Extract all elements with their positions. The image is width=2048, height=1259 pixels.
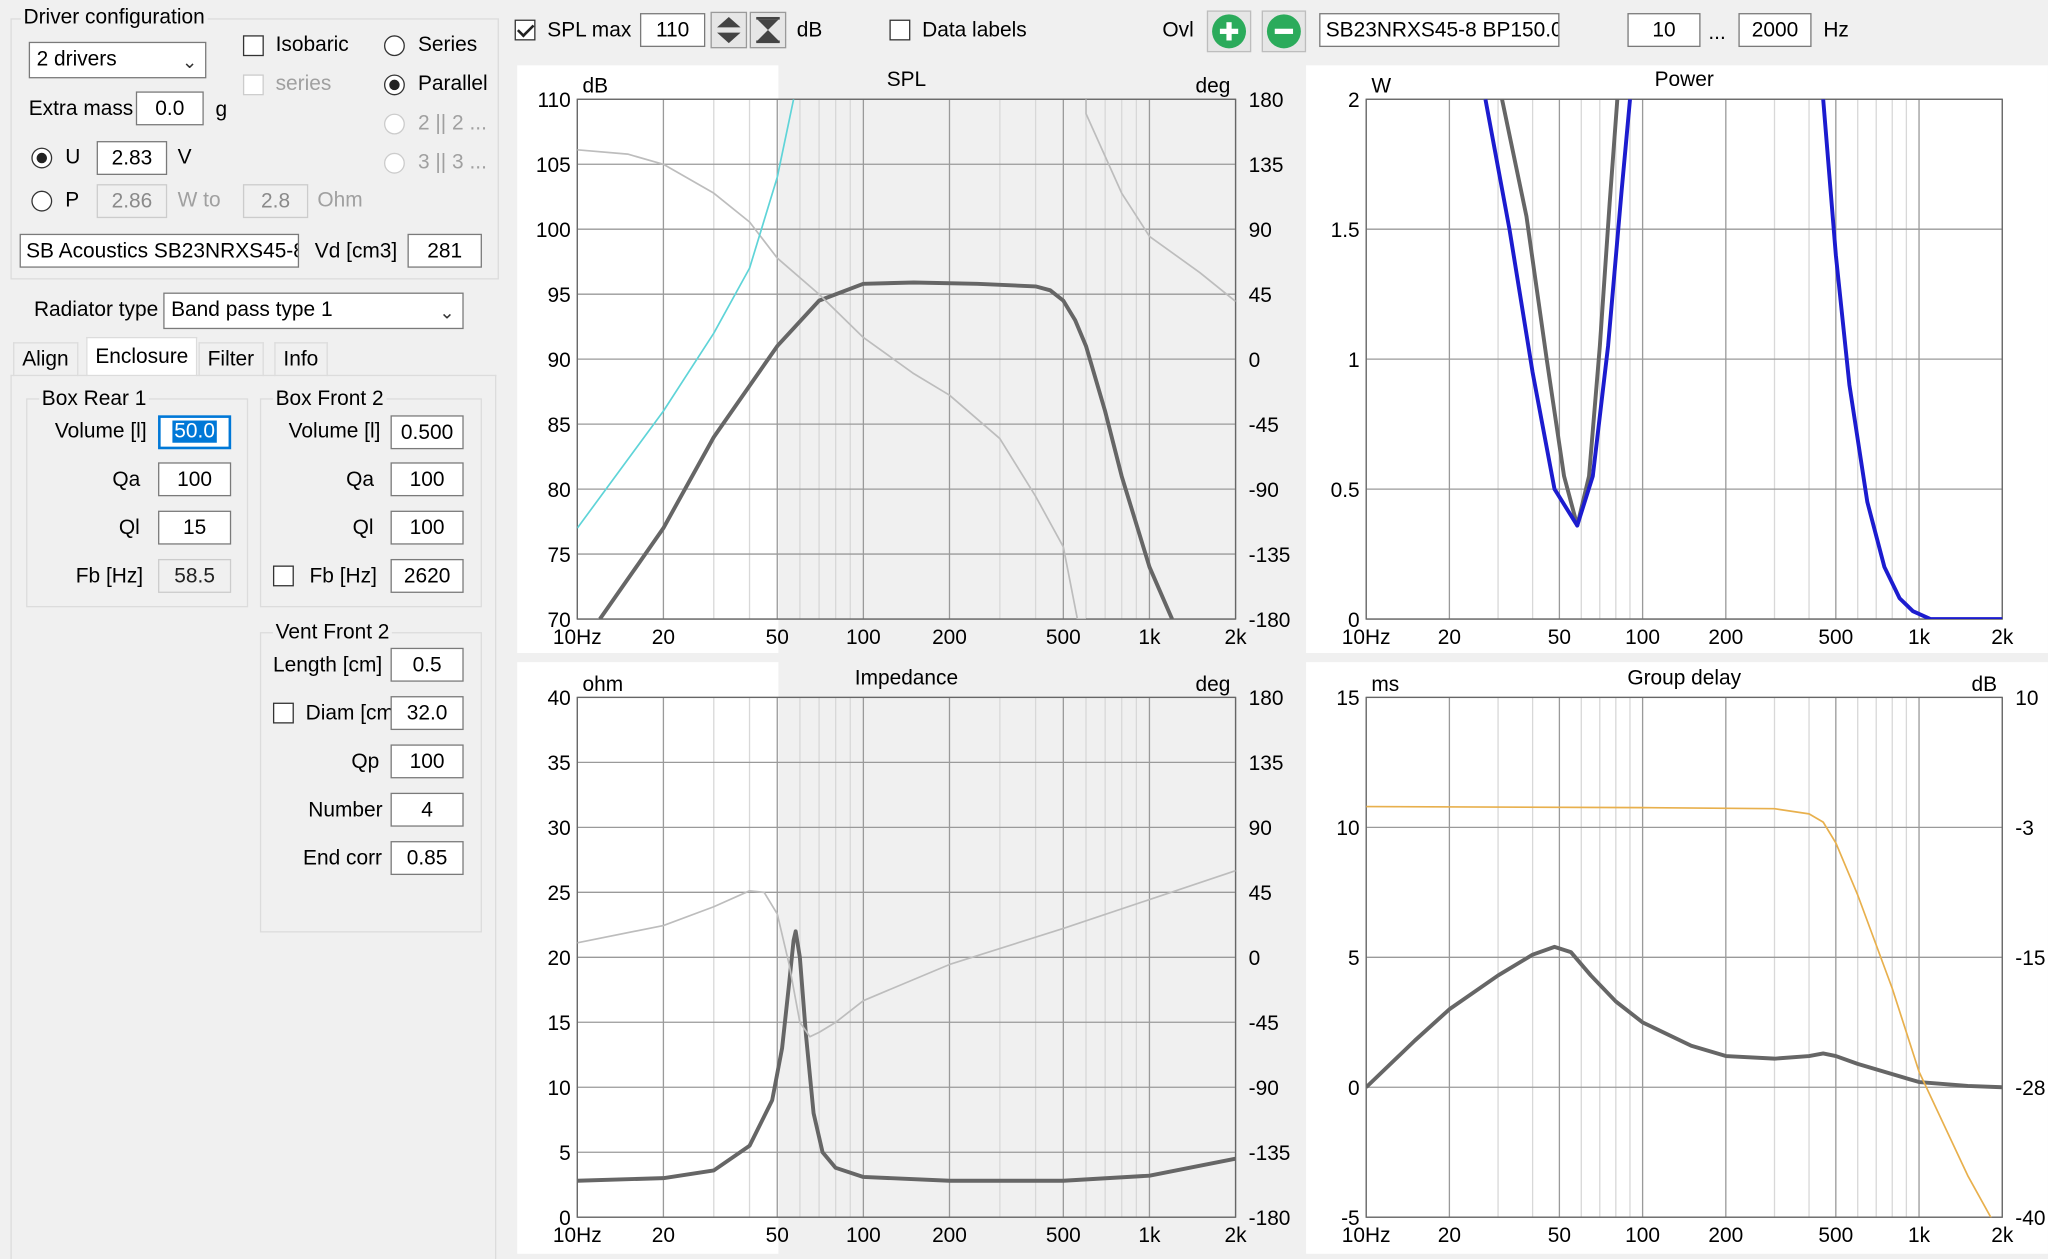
y2-tick-label: -40 [2015,1207,2045,1230]
y-tick-label: 15 [1336,687,1359,710]
y2-tick-label: -135 [1249,1142,1291,1165]
y-tick-label: 5 [559,1142,571,1165]
y-tick-label: 40 [548,687,571,710]
y2-tick-label: 45 [1249,882,1272,905]
chart-title: Group delay [1627,666,1741,689]
y-axis-label: dB [583,75,609,98]
x-tick-label: 1k [1908,1224,1931,1247]
x-tick-label: 20 [652,626,675,649]
y-axis-label: ms [1371,673,1399,696]
y-tick-label: 75 [548,544,571,567]
y-tick-label: 0 [1348,609,1360,632]
x-tick-label: 500 [1046,1224,1081,1247]
x-tick-label: 2k [1225,1224,1248,1247]
y-tick-label: -5 [1341,1207,1360,1230]
y-tick-label: 5 [1348,947,1360,970]
y-tick-label: 85 [548,414,571,437]
x-tick-label: 100 [846,626,881,649]
y2-tick-label: 180 [1249,89,1284,112]
y-axis-label: W [1371,75,1391,98]
y2-axis-label: dB [1971,673,1997,696]
x-tick-label: 50 [1548,626,1571,649]
y2-tick-label: 135 [1249,154,1284,177]
x-tick-label: 200 [1708,1224,1743,1247]
y2-tick-label: -90 [1249,479,1279,502]
y2-tick-label: -180 [1249,609,1291,632]
y-tick-label: 30 [548,817,571,840]
y-tick-label: 0 [1348,1077,1360,1100]
y2-tick-label: 135 [1249,752,1284,775]
y2-tick-label: -45 [1249,1012,1279,1035]
x-tick-label: 50 [766,1224,789,1247]
x-tick-label: 20 [652,1224,675,1247]
chart-spl: 10Hz 20 50 100 200 500 1k 2k7075808590951001051… [517,65,1291,654]
y2-tick-label: 90 [1249,817,1272,840]
y2-axis-label: deg [1196,673,1231,696]
chart-title: Impedance [855,666,958,689]
y-tick-label: 10 [548,1077,571,1100]
y2-axis-label: deg [1196,75,1231,98]
x-tick-label: 2k [1991,1224,2014,1247]
y-tick-label: 2 [1348,89,1360,112]
y-tick-label: 70 [548,609,571,632]
y2-tick-label: 0 [1249,947,1261,970]
chart-group-delay: 10Hz 20 50 100 200 500 1k 2k-5051015-40-28-15-3… [1306,662,2048,1254]
y2-tick-label: 0 [1249,349,1261,372]
y2-tick-label: -135 [1249,544,1291,567]
y2-tick-label: -180 [1249,1207,1291,1230]
x-tick-label: 20 [1438,626,1461,649]
x-tick-label: 200 [932,1224,967,1247]
y2-tick-label: 90 [1249,219,1272,242]
y-tick-label: 25 [548,882,571,905]
x-tick-label: 500 [1046,626,1081,649]
y2-tick-label: -28 [2015,1077,2045,1100]
x-tick-label: 500 [1818,626,1853,649]
x-tick-label: 1k [1908,626,1931,649]
x-tick-label: 50 [1548,1224,1571,1247]
y-tick-label: 10 [1336,817,1359,840]
x-tick-label: 2k [1991,626,2014,649]
y-tick-label: 105 [536,154,571,177]
y-axis-label: ohm [583,673,624,696]
y-tick-label: 0 [559,1207,571,1230]
chart-title: SPL [887,68,926,91]
y-tick-label: 15 [548,1012,571,1035]
y2-tick-label: -3 [2015,817,2034,840]
x-tick-label: 20 [1438,1224,1461,1247]
chart-power: 10Hz 20 50 100 200 500 1k 2k00.511.52PowerW [1306,65,2048,654]
x-tick-label: 1k [1138,1224,1161,1247]
charts-area: 10Hz 20 50 100 200 500 1k 2k7075808590951001051… [517,65,2048,1254]
y2-tick-label: 45 [1249,284,1272,307]
y2-tick-label: 180 [1249,687,1284,710]
y-tick-label: 110 [537,89,570,112]
y2-tick-label: -45 [1249,414,1279,437]
x-tick-label: 100 [846,1224,881,1247]
x-tick-label: 100 [1625,626,1660,649]
y2-tick-label: -90 [1249,1077,1279,1100]
y-tick-label: 80 [548,479,571,502]
y2-tick-label: 10 [2015,687,2038,710]
x-tick-label: 2k [1225,626,1248,649]
y-tick-label: 1 [1348,349,1360,372]
y-tick-label: 1.5 [1331,219,1360,242]
x-tick-label: 500 [1818,1224,1853,1247]
y-tick-label: 95 [548,284,571,307]
x-tick-label: 50 [766,626,789,649]
y-tick-label: 0.5 [1331,479,1360,502]
chart-impedance: 10Hz 20 50 100 200 500 1k 2k0510152025303540-18… [517,662,1290,1254]
y-tick-label: 20 [548,947,571,970]
x-tick-label: 200 [1708,626,1743,649]
chart-title: Power [1655,68,1714,91]
x-tick-label: 1k [1138,626,1161,649]
y-tick-label: 90 [548,349,571,372]
x-tick-label: 200 [932,626,967,649]
y-tick-label: 100 [536,219,571,242]
y2-tick-label: -15 [2015,947,2045,970]
y-tick-label: 35 [548,752,571,775]
x-tick-label: 100 [1625,1224,1660,1247]
